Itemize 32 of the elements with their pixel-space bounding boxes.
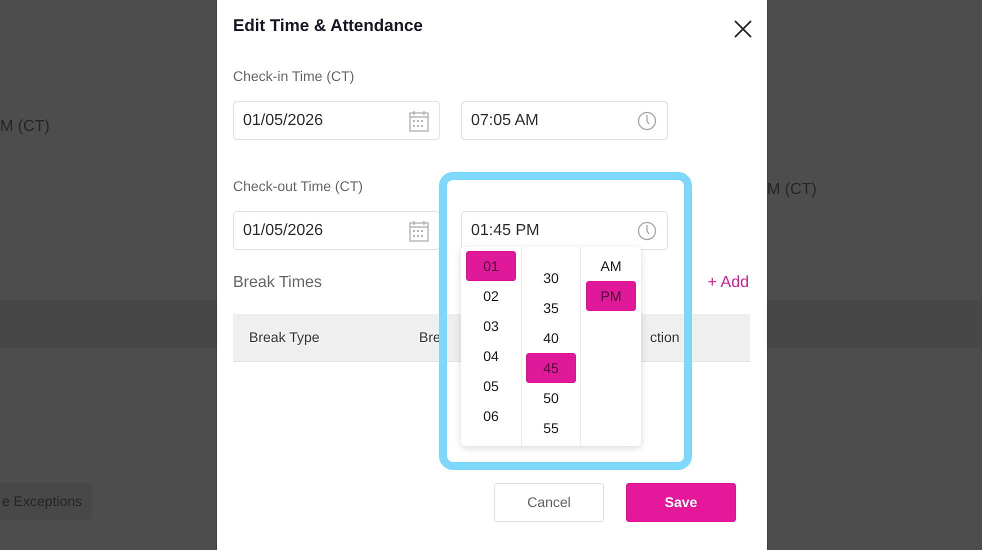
- hour-option[interactable]: 05: [466, 371, 516, 401]
- date-field[interactable]: 01/05/2026: [233, 101, 440, 140]
- field-value: 01/05/2026: [243, 110, 324, 130]
- clock-icon[interactable]: [637, 220, 657, 240]
- minute-option[interactable]: 50: [526, 383, 576, 413]
- column-header: Bre: [419, 328, 441, 347]
- hour-option[interactable]: 04: [466, 341, 516, 371]
- column-header: ction: [650, 328, 680, 347]
- section-title: Break Times: [233, 273, 322, 293]
- field-label: Check-in Time (CT): [233, 67, 356, 85]
- dialog-title: Edit Time & Attendance: [233, 15, 423, 37]
- calendar-icon[interactable]: [409, 110, 429, 132]
- minute-option[interactable]: 30: [526, 263, 576, 293]
- clock-icon[interactable]: [637, 110, 657, 130]
- calendar-icon[interactable]: [409, 220, 429, 242]
- field-value: 01:45 PM: [471, 220, 540, 240]
- hour-option[interactable]: 02: [466, 281, 516, 311]
- time-field[interactable]: 07:05 AM: [461, 101, 668, 140]
- add-link[interactable]: + Add: [708, 271, 749, 295]
- column-header: Break Type: [249, 328, 320, 347]
- period-option[interactable]: AM: [586, 251, 636, 281]
- field-value: 01/05/2026: [243, 220, 324, 240]
- minute-option[interactable]: 35: [526, 293, 576, 323]
- minute-option[interactable]: 40: [526, 323, 576, 353]
- hour-option[interactable]: 03: [466, 311, 516, 341]
- cancel-button[interactable]: Cancel: [494, 483, 604, 522]
- minute-option[interactable]: 55: [526, 413, 576, 443]
- hour-option[interactable]: 06: [466, 401, 516, 431]
- save-button[interactable]: Save: [626, 483, 736, 522]
- field-value: 07:05 AM: [471, 110, 539, 130]
- date-field[interactable]: 01/05/2026: [233, 211, 440, 250]
- field-label: Check-out Time (CT): [233, 177, 364, 195]
